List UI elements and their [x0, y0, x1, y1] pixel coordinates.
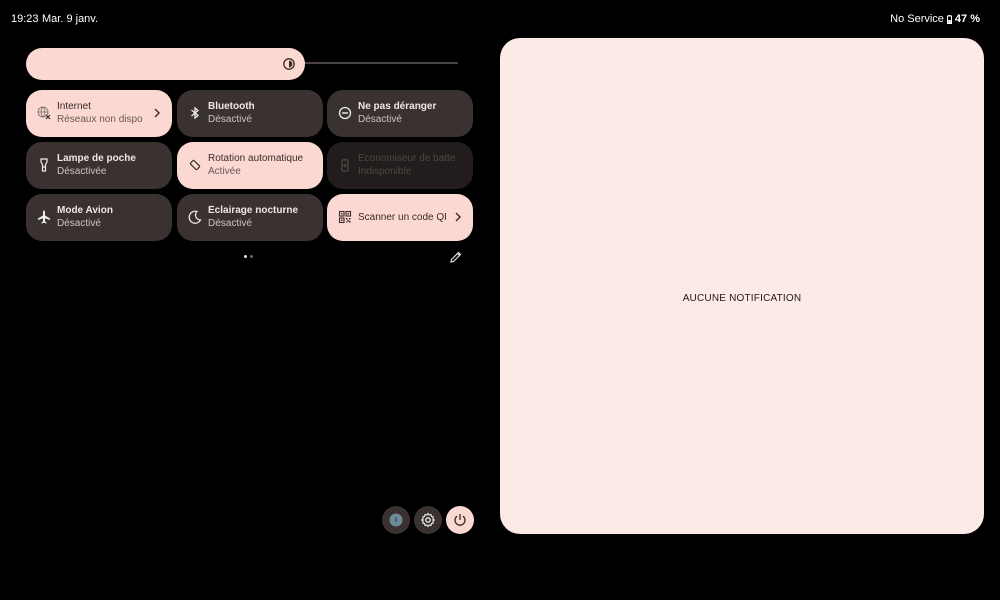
tile-night-light-title: Éclairage nocturne	[208, 205, 299, 216]
tile-dnd-title: Ne pas déranger	[358, 101, 437, 112]
user-switcher-button[interactable]	[382, 506, 410, 534]
tile-do-not-disturb[interactable]: Ne pas déranger Désactivé	[327, 90, 473, 137]
bluetooth-icon	[191, 106, 200, 120]
tile-rotation-title: Rotation automatique	[208, 153, 304, 164]
airplane-icon	[38, 210, 50, 224]
tile-flashlight-subtitle: Désactivée	[57, 166, 107, 177]
battery-percentage: 47 %	[954, 13, 980, 25]
status-bar: 19:23 Mar. 9 janv. No Service 47 %	[0, 0, 1000, 36]
do-not-disturb-icon	[338, 106, 352, 120]
tile-battery-saver-title: Économiseur de batterie	[358, 153, 456, 164]
rotation-icon	[189, 159, 201, 171]
tile-bluetooth-title: Bluetooth	[208, 101, 255, 112]
gear-icon	[420, 512, 436, 528]
tile-airplane-mode[interactable]: Mode Avion Désactivé	[26, 194, 172, 241]
tile-bluetooth-subtitle: Désactivé	[208, 114, 252, 125]
network-status: No Service	[890, 13, 944, 25]
brightness-slider-track[interactable]	[298, 62, 458, 64]
tile-internet-title: Internet	[57, 101, 91, 112]
power-icon	[454, 514, 466, 526]
tile-rotation-subtitle: Activée	[208, 166, 241, 177]
no-notifications-label: AUCUNE NOTIFICATION	[682, 293, 802, 304]
chevron-right-icon	[455, 212, 461, 222]
tile-flashlight[interactable]: Lampe de poche Désactivée	[26, 142, 172, 189]
settings-button[interactable]	[414, 506, 442, 534]
brightness-slider[interactable]	[26, 48, 305, 80]
battery-saver-icon	[341, 158, 349, 172]
clock: 19:23	[11, 13, 39, 25]
page-dot-1	[244, 255, 247, 258]
tile-internet[interactable]: Internet Réseaux non disponibles	[26, 90, 172, 137]
notification-panel: AUCUNE NOTIFICATION	[500, 38, 984, 534]
tile-flashlight-title: Lampe de poche	[57, 153, 136, 164]
page-indicator	[244, 255, 253, 259]
status-icons: No Service 47 %	[890, 13, 980, 25]
page-dot-2	[250, 255, 253, 258]
internet-off-icon	[37, 106, 51, 120]
tile-qr-title: Scanner un code QR	[358, 212, 446, 223]
tile-battery-saver-subtitle: Indisponible	[358, 166, 412, 177]
tile-bluetooth[interactable]: Bluetooth Désactivé	[177, 90, 323, 137]
tile-night-light[interactable]: Éclairage nocturne Désactivé	[177, 194, 323, 241]
tile-internet-subtitle: Réseaux non disponibles	[57, 114, 143, 125]
tile-night-light-subtitle: Désactivé	[208, 218, 252, 229]
user-avatar-icon	[389, 513, 403, 527]
tile-battery-saver: Économiseur de batterie Indisponible	[327, 142, 473, 189]
flashlight-icon	[40, 158, 48, 172]
tile-airplane-subtitle: Désactivé	[57, 218, 101, 229]
chevron-right-icon	[154, 108, 160, 118]
tile-dnd-subtitle: Désactivé	[358, 114, 402, 125]
qr-code-icon	[338, 210, 352, 224]
date: Mar. 9 janv.	[42, 13, 99, 25]
tile-airplane-title: Mode Avion	[57, 205, 113, 216]
tile-qr-scanner[interactable]: Scanner un code QR	[327, 194, 473, 241]
brightness-icon	[283, 58, 295, 70]
tile-auto-rotate[interactable]: Rotation automatique Activée	[177, 142, 323, 189]
night-light-icon	[188, 210, 202, 224]
edit-icon[interactable]	[449, 250, 463, 264]
power-button[interactable]	[446, 506, 474, 534]
battery-icon	[946, 14, 952, 24]
